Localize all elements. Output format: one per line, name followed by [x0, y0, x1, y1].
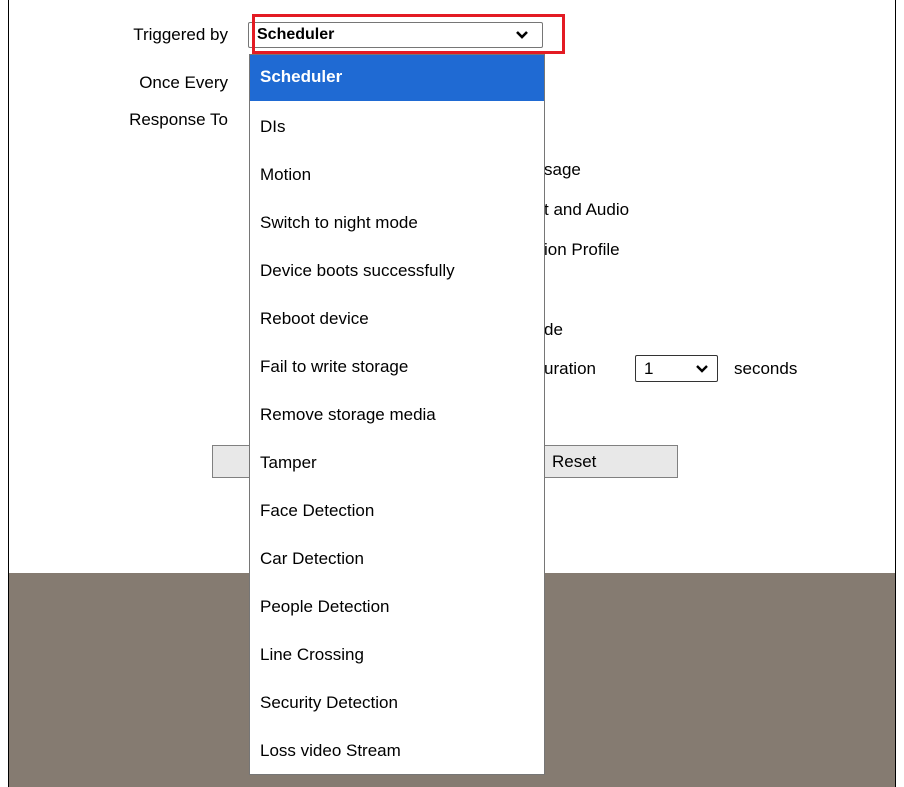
dropdown-option-switch-to-night-mode[interactable]: Switch to night mode [250, 199, 544, 247]
response-to-label: Response To [129, 110, 228, 129]
chevron-down-icon [696, 365, 708, 373]
dropdown-option-face-detection[interactable]: Face Detection [250, 487, 544, 535]
highlight-outline [252, 14, 565, 54]
once-every-label: Once Every [139, 73, 228, 92]
seconds-label: seconds [734, 359, 798, 378]
dropdown-option-device-boots-successfully[interactable]: Device boots successfully [250, 247, 544, 295]
dropdown-option-security-detection[interactable]: Security Detection [250, 679, 544, 727]
reset-button[interactable]: Reset [535, 445, 678, 478]
duration-label: uration [544, 359, 596, 378]
duration-select[interactable]: 1 [635, 355, 718, 382]
dropdown-option-reboot-device[interactable]: Reboot device [250, 295, 544, 343]
duration-select-value: 1 [644, 359, 654, 378]
alert-audio-option-text: t and Audio [544, 200, 630, 219]
dropdown-option-scheduler[interactable]: Scheduler [250, 55, 544, 101]
dropdown-option-people-detection[interactable]: People Detection [250, 583, 544, 631]
dropdown-option-line-crossing[interactable]: Line Crossing [250, 631, 544, 679]
dropdown-option-loss-video-stream[interactable]: Loss video Stream [250, 727, 544, 774]
dropdown-option-tamper[interactable]: Tamper [250, 439, 544, 487]
dropdown-option-remove-storage-media[interactable]: Remove storage media [250, 391, 544, 439]
triggered-by-dropdown-list[interactable]: Scheduler DIs Motion Switch to night mod… [249, 54, 545, 775]
dropdown-option-dis[interactable]: DIs [250, 103, 544, 151]
message-option-text: sage [544, 160, 581, 179]
dropdown-option-motion[interactable]: Motion [250, 151, 544, 199]
dropdown-option-car-detection[interactable]: Car Detection [250, 535, 544, 583]
triggered-by-label: Triggered by [133, 25, 228, 44]
dropdown-option-fail-to-write-storage[interactable]: Fail to write storage [250, 343, 544, 391]
profile-option-text: ion Profile [544, 240, 620, 259]
mode-option-text: de [544, 320, 563, 339]
